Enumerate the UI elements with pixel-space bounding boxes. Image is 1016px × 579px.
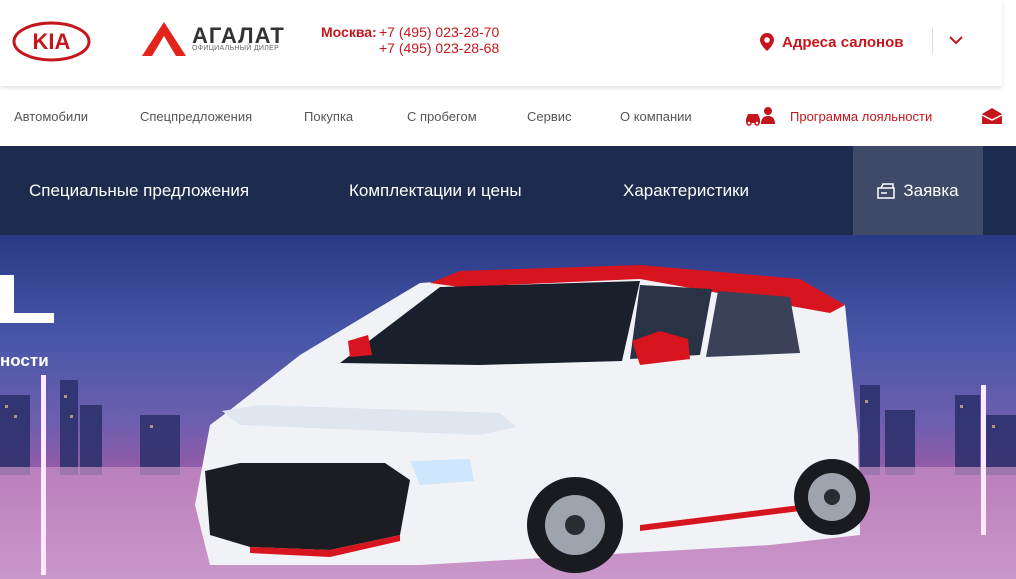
tab-special-offers[interactable]: Специальные предложения — [29, 146, 249, 235]
kia-logo[interactable]: KIA — [12, 21, 91, 62]
tab-request-label: Заявка — [903, 180, 959, 200]
model-tabs-bar: Специальные предложения Комплектации и ц… — [0, 146, 1016, 235]
site-header: KIA АГАЛАТ ОФИЦИАЛЬНЫЙ ДИЛЕР Москва: +7 … — [0, 0, 1002, 86]
nav-item-about[interactable]: О компании — [620, 109, 692, 124]
kia-logo-text: KIA — [33, 29, 71, 54]
nav-item-service[interactable]: Сервис — [527, 109, 572, 124]
loyalty-program-label: Программа лояльности — [790, 108, 933, 124]
loyalty-program-link[interactable]: Программа лояльности — [745, 106, 932, 126]
dealer-subtitle: ОФИЦИАЛЬНЫЙ ДИЛЕР — [192, 45, 280, 52]
addresses-label: Адреса салонов — [782, 33, 904, 51]
hero-caption: ности — [0, 351, 49, 370]
addresses-link[interactable]: Адреса салонов — [760, 33, 904, 51]
dealer-logo-mark-icon — [142, 22, 186, 56]
hero-car-image — [0, 265, 1016, 579]
tab-specifications[interactable]: Характеристики — [623, 146, 749, 235]
nav-item-special-offers[interactable]: Спецпредложения — [140, 109, 252, 124]
city-label: Москва: — [321, 24, 377, 40]
chevron-down-icon[interactable] — [948, 33, 964, 47]
nav-item-used[interactable]: С пробегом — [407, 109, 477, 124]
nav-item-purchase[interactable]: Покупка — [304, 109, 353, 124]
request-form-icon — [877, 182, 896, 199]
phone-link-1[interactable]: +7 (495) 023-28-70 — [379, 24, 499, 40]
hero-banner: ности — [0, 235, 1016, 579]
dealer-logo[interactable]: АГАЛАТ ОФИЦИАЛЬНЫЙ ДИЛЕР — [142, 22, 292, 56]
header-divider — [932, 28, 933, 54]
map-pin-icon — [760, 33, 774, 51]
loyalty-car-person-icon — [746, 107, 775, 126]
mail-icon[interactable] — [981, 107, 1003, 125]
tab-request[interactable]: Заявка — [853, 146, 983, 235]
tab-trims-prices[interactable]: Комплектации и цены — [349, 146, 522, 235]
nav-item-cars[interactable]: Автомобили — [14, 109, 88, 124]
phone-link-2[interactable]: +7 (495) 023-28-68 — [379, 40, 499, 56]
